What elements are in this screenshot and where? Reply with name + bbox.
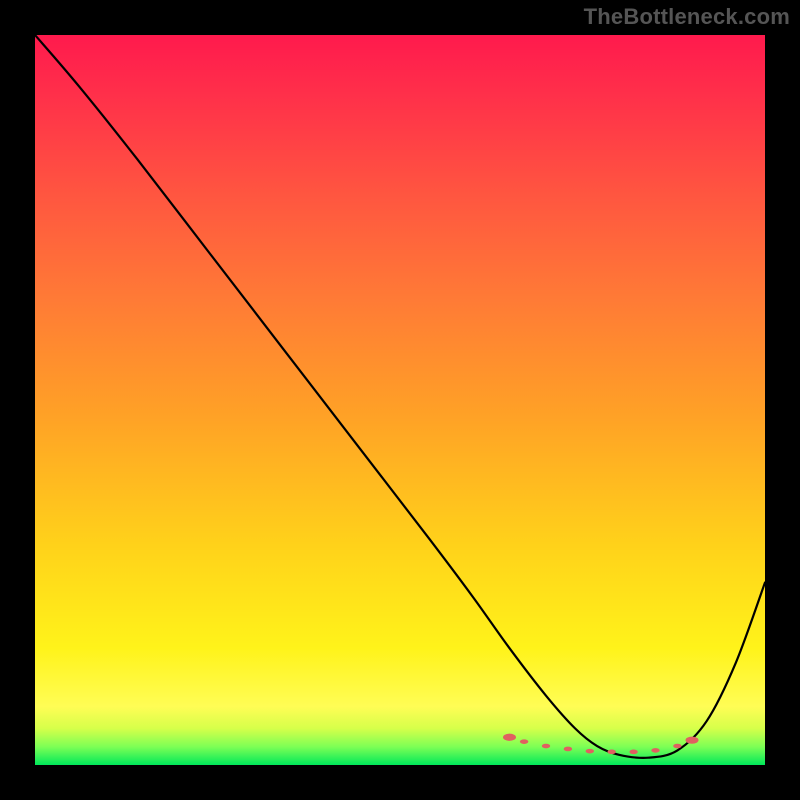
optimal-zone-markers [503,734,699,754]
optimal-zone-marker [686,737,699,744]
optimal-zone-marker [651,748,659,753]
bottleneck-curve-line [35,35,765,758]
optimal-zone-marker [629,750,637,755]
optimal-zone-marker [542,744,550,749]
attribution-text: TheBottleneck.com [584,4,790,30]
chart-container: TheBottleneck.com [0,0,800,800]
optimal-zone-marker [564,747,572,752]
optimal-zone-marker [520,739,528,744]
optimal-zone-marker [673,744,681,749]
optimal-zone-marker [586,749,594,754]
optimal-zone-marker [503,734,516,741]
chart-svg [35,35,765,765]
optimal-zone-marker [608,750,616,755]
